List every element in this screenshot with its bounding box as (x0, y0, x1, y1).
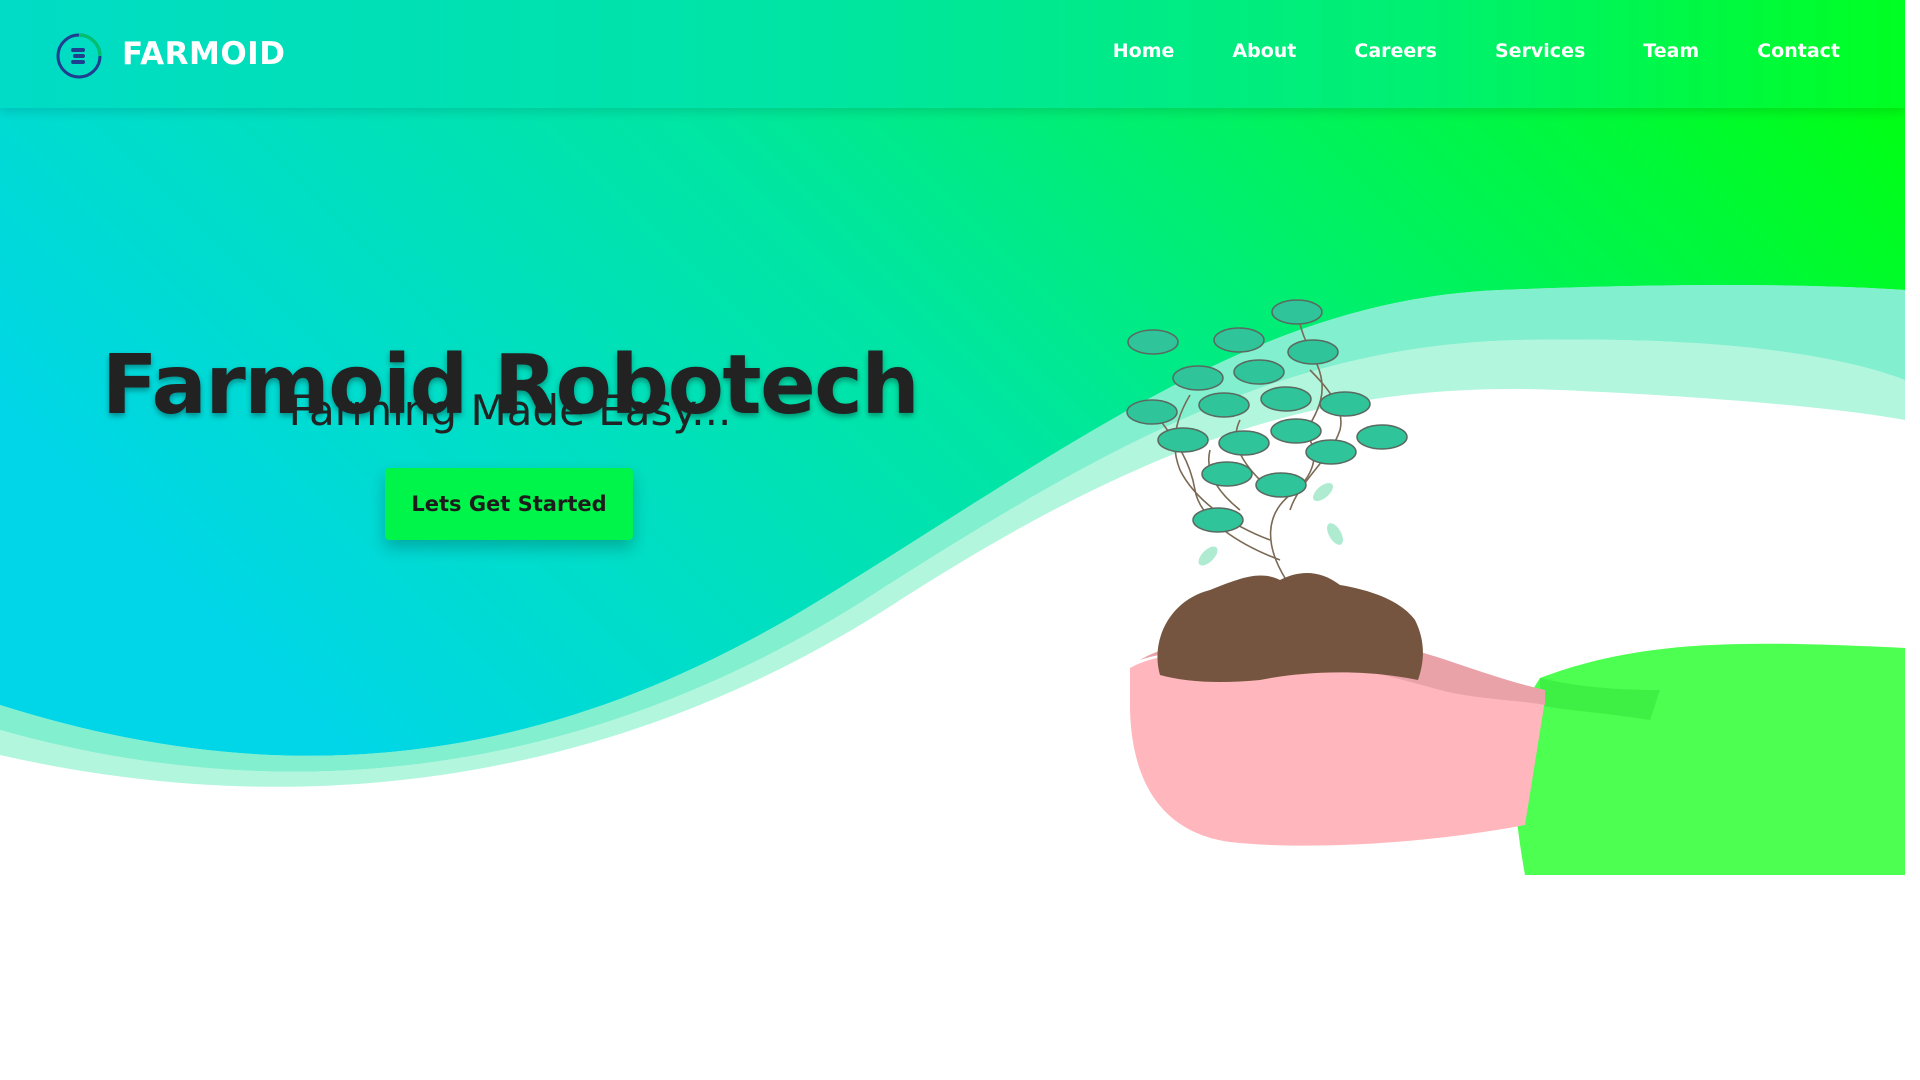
nav-item-careers[interactable]: Careers (1354, 36, 1437, 66)
hero-background (0, 0, 1905, 787)
hero-subtitle: Farming Made Easy... (288, 386, 732, 435)
navbar: FARMOID Home About Careers Services Team… (0, 0, 1905, 108)
brand-name[interactable]: FARMOID (122, 31, 285, 77)
farmoid-logo-icon[interactable] (55, 32, 103, 80)
nav-item-contact[interactable]: Contact (1757, 36, 1840, 66)
nav-item-about[interactable]: About (1232, 36, 1296, 66)
nav-item-home[interactable]: Home (1113, 36, 1175, 66)
get-started-button[interactable]: Lets Get Started (385, 468, 633, 540)
nav-item-services[interactable]: Services (1495, 36, 1585, 66)
nav-item-team[interactable]: Team (1643, 36, 1699, 66)
page: FARMOID Home About Careers Services Team… (0, 0, 1905, 1080)
main-nav: Home About Careers Services Team Contact (1113, 36, 1840, 66)
